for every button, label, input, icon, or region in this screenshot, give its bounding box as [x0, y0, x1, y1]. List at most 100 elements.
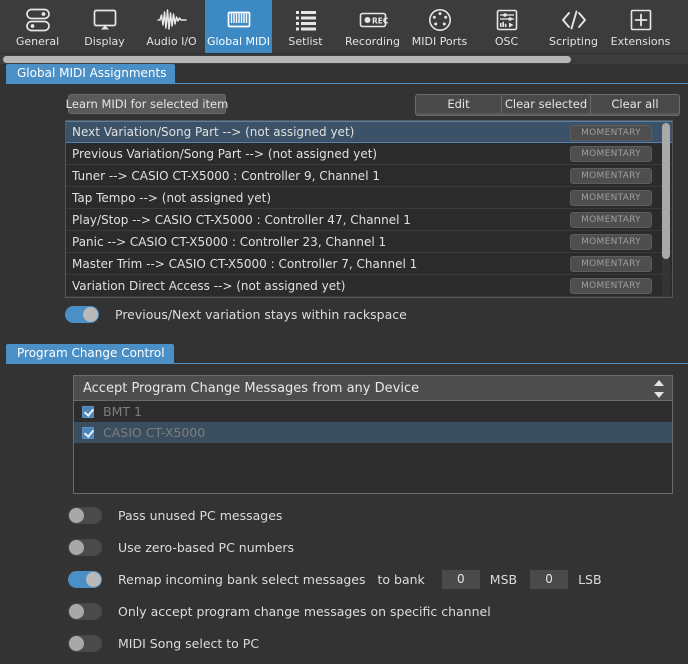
osc-icon [493, 5, 521, 34]
toggle-knob [83, 306, 98, 322]
msb-input[interactable]: 0 [441, 569, 480, 589]
table-row[interactable]: Tap Tempo --> (not assigned yet) MOMENTA… [66, 187, 672, 209]
tab-audio-io[interactable]: Audio I/O [138, 0, 205, 53]
tab-osc[interactable]: OSC [473, 0, 540, 53]
tab-display-label: Display [84, 35, 125, 48]
device-label: BMT 1 [103, 404, 142, 419]
tab-audio-io-label: Audio I/O [146, 35, 197, 48]
midi-assignment-label: Previous Variation/Song Part --> (not as… [72, 146, 378, 161]
tab-setlist[interactable]: Setlist [272, 0, 339, 53]
pc-device-list[interactable]: BMT 1 CASIO CT-X5000 [73, 401, 673, 494]
midi-din-icon [426, 5, 454, 34]
tab-recording-label: Recording [344, 35, 401, 48]
list-item[interactable]: BMT 1 [74, 401, 672, 422]
group-title-program-change: Program Change Control [6, 344, 174, 363]
list-icon [292, 5, 320, 34]
toggle-knob [69, 539, 84, 555]
plus-box-icon [627, 5, 655, 34]
status-badge[interactable]: MOMENTARY [570, 168, 652, 184]
edit-button[interactable]: Edit [416, 95, 502, 113]
toolbar-scrollbar-thumb[interactable] [3, 56, 571, 63]
record-icon: REC [356, 5, 390, 34]
remap-bank-select-toggle[interactable] [68, 570, 102, 588]
tab-midi-ports[interactable]: MIDI Ports [406, 0, 473, 53]
use-zero-based-pc-numbers-label: Use zero-based PC numbers [118, 539, 295, 555]
tab-extensions[interactable]: Extensions [607, 0, 674, 53]
status-badge[interactable]: MOMENTARY [570, 125, 652, 141]
table-row[interactable]: Panic --> CASIO CT-X5000 : Controller 23… [66, 231, 672, 253]
tab-display[interactable]: Display [71, 0, 138, 53]
table-row[interactable]: Play/Stop --> CASIO CT-X5000 : Controlle… [66, 209, 672, 231]
learn-midi-button[interactable]: Learn MIDI for selected item [66, 94, 228, 114]
group-rule-global-midi [6, 83, 688, 84]
midi-list-scrollbar[interactable] [662, 123, 670, 297]
only-specific-channel-label: Only accept program change messages on s… [118, 603, 491, 619]
only-specific-channel-toggle[interactable] [68, 602, 102, 620]
clear-selected-button[interactable]: Clear selected [502, 95, 591, 113]
tab-general[interactable]: General [4, 0, 71, 53]
stays-within-rackspace-toggle[interactable] [65, 305, 99, 323]
toggle-knob [69, 635, 84, 651]
stays-within-rackspace-label: Previous/Next variation stays within rac… [115, 306, 407, 322]
status-badge[interactable]: MOMENTARY [570, 278, 652, 294]
device-checkbox[interactable] [82, 405, 94, 418]
status-badge[interactable]: MOMENTARY [570, 190, 652, 206]
settings-toolbar: General Display Audio I/O Global MIDI Se… [0, 0, 688, 53]
tab-global-midi[interactable]: Global MIDI [205, 0, 272, 53]
lsb-label: LSB [578, 571, 602, 587]
svg-text:REC: REC [372, 16, 389, 25]
pass-unused-pc-messages-toggle[interactable] [68, 506, 102, 524]
table-row[interactable]: Variation Direct Access --> (not assigne… [66, 275, 672, 297]
lsb-input[interactable]: 0 [530, 569, 569, 589]
midi-list-scrollbar-thumb[interactable] [662, 123, 670, 259]
table-row[interactable]: Master Trim --> CASIO CT-X5000 : Control… [66, 253, 672, 275]
status-badge[interactable]: MOMENTARY [570, 234, 652, 250]
settings-window: General Display Audio I/O Global MIDI Se… [0, 0, 688, 664]
table-row[interactable]: Previous Variation/Song Part --> (not as… [66, 143, 672, 165]
table-row[interactable]: Tuner --> CASIO CT-X5000 : Controller 9,… [66, 165, 672, 187]
tab-scripting-label: Scripting [549, 35, 598, 48]
status-badge[interactable]: MOMENTARY [570, 146, 652, 162]
midi-assignment-label: Play/Stop --> CASIO CT-X5000 : Controlle… [72, 212, 411, 227]
remap-bank-select-row: Remap incoming bank select messages to b… [68, 568, 602, 590]
status-badge[interactable]: MOMENTARY [570, 212, 652, 228]
to-bank-label: to bank [377, 571, 425, 587]
tab-global-midi-label: Global MIDI [206, 35, 271, 48]
midi-assignment-label: Tuner --> CASIO CT-X5000 : Controller 9,… [72, 168, 380, 183]
toggle-knob [69, 603, 84, 619]
midi-assignments-list[interactable]: Next Variation/Song Part --> (not assign… [65, 120, 673, 298]
list-item[interactable]: CASIO CT-X5000 [74, 422, 672, 443]
midi-song-select-to-pc-label: MIDI Song select to PC [118, 635, 260, 651]
clear-all-button[interactable]: Clear all [591, 95, 679, 113]
chevron-updown-icon [654, 380, 664, 398]
use-zero-based-pc-numbers-toggle[interactable] [68, 538, 102, 556]
only-specific-channel-row: Only accept program change messages on s… [68, 600, 491, 622]
waveform-icon [156, 5, 187, 34]
midi-assignment-label: Master Trim --> CASIO CT-X5000 : Control… [72, 256, 418, 271]
toolbar-horizontal-scrollbar[interactable] [0, 53, 688, 64]
tab-extensions-label: Extensions [610, 35, 671, 48]
remap-bank-select-label: Remap incoming bank select messages [118, 571, 366, 587]
midi-assignment-label: Panic --> CASIO CT-X5000 : Controller 23… [72, 234, 387, 249]
tab-setlist-label: Setlist [288, 35, 323, 48]
midi-assignment-label: Next Variation/Song Part --> (not assign… [72, 125, 355, 139]
code-icon [559, 5, 589, 34]
tab-scripting[interactable]: Scripting [540, 0, 607, 53]
toggle-knob [86, 571, 101, 587]
tab-osc-label: OSC [494, 35, 519, 48]
accept-pc-messages-value: Accept Program Change Messages from any … [83, 380, 420, 396]
use-zero-based-pc-numbers-row: Use zero-based PC numbers [68, 536, 294, 558]
table-row[interactable]: Next Variation/Song Part --> (not assign… [66, 121, 672, 143]
midi-assignment-label: Variation Direct Access --> (not assigne… [72, 278, 346, 293]
status-badge[interactable]: MOMENTARY [570, 256, 652, 272]
accept-pc-messages-select[interactable]: Accept Program Change Messages from any … [73, 375, 673, 401]
general-icon [24, 5, 52, 34]
device-label: CASIO CT-X5000 [103, 425, 206, 440]
group-title-global-midi: Global MIDI Assignments [6, 64, 176, 83]
midi-song-select-to-pc-toggle[interactable] [68, 634, 102, 652]
tab-midi-ports-label: MIDI Ports [411, 35, 468, 48]
tab-recording[interactable]: REC Recording [339, 0, 406, 53]
midi-assignment-label: Tap Tempo --> (not assigned yet) [72, 190, 272, 205]
tab-general-label: General [15, 35, 60, 48]
device-checkbox[interactable] [82, 426, 94, 439]
